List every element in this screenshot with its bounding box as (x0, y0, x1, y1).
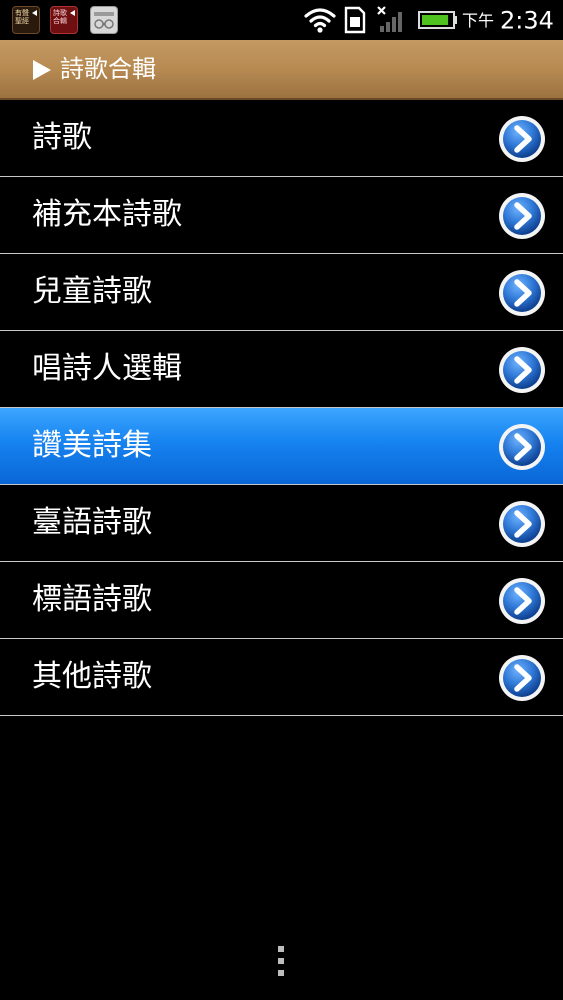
chevron-right-circle-icon[interactable] (497, 345, 547, 395)
category-list: 詩歌 補充本詩歌 兒童詩歌 唱詩人選輯 讚美詩集 臺語詩歌 標語詩歌 其他詩歌 (0, 100, 563, 716)
chevron-right-circle-icon[interactable] (497, 422, 547, 472)
chevron-right-circle-icon[interactable] (497, 114, 547, 164)
wifi-icon (304, 8, 336, 33)
chevron-right-circle-icon[interactable] (497, 499, 547, 549)
sim-card-icon (344, 6, 366, 34)
chevron-right-circle-icon[interactable] (497, 576, 547, 626)
list-item-label: 臺語詩歌 (32, 505, 152, 540)
page-title: 詩歌合輯 (60, 55, 156, 83)
play-arrow-icon (33, 60, 51, 80)
overflow-menu-icon[interactable] (271, 944, 291, 980)
chevron-right-circle-icon[interactable] (497, 268, 547, 318)
list-item[interactable]: 臺語詩歌 (0, 485, 563, 562)
chevron-right-circle-icon[interactable] (497, 191, 547, 241)
clock-ampm: 下午 (462, 10, 495, 30)
music-player-notification-icon[interactable] (90, 6, 118, 34)
app-notification-icon[interactable]: 有聲 聖經 (12, 6, 40, 34)
list-item-label: 其他詩歌 (32, 659, 152, 694)
list-item[interactable]: 其他詩歌 (0, 639, 563, 716)
list-item[interactable]: 唱詩人選輯 (0, 331, 563, 408)
speaker-icon (32, 10, 37, 16)
list-item-label: 讚美詩集 (32, 428, 152, 463)
speaker-icon (70, 10, 75, 16)
header-bar: 詩歌合輯 (0, 40, 563, 100)
list-item[interactable]: 標語詩歌 (0, 562, 563, 639)
list-item-label: 補充本詩歌 (32, 197, 182, 232)
list-item-label: 唱詩人選輯 (32, 351, 182, 386)
chevron-right-circle-icon[interactable] (497, 653, 547, 703)
no-signal-icon (377, 6, 402, 32)
status-bar: 有聲 聖經 詩歌 合輯 下午 2:34 (0, 0, 563, 40)
list-item-label: 詩歌 (32, 120, 92, 155)
app-notification-icon[interactable]: 詩歌 合輯 (50, 6, 78, 34)
list-item[interactable]: 補充本詩歌 (0, 177, 563, 254)
list-item[interactable]: 詩歌 (0, 100, 563, 177)
list-item[interactable]: 兒童詩歌 (0, 254, 563, 331)
list-item-label: 標語詩歌 (32, 582, 152, 617)
list-item-selected[interactable]: 讚美詩集 (0, 408, 563, 485)
status-clock: 下午 2:34 (462, 0, 554, 40)
app-screen: 有聲 聖經 詩歌 合輯 下午 2:34 詩歌合輯 詩歌 補充本詩歌 兒童詩歌 唱… (0, 0, 563, 1000)
clock-time: 2:34 (500, 6, 554, 35)
list-item-label: 兒童詩歌 (32, 274, 152, 309)
battery-icon (418, 11, 457, 29)
